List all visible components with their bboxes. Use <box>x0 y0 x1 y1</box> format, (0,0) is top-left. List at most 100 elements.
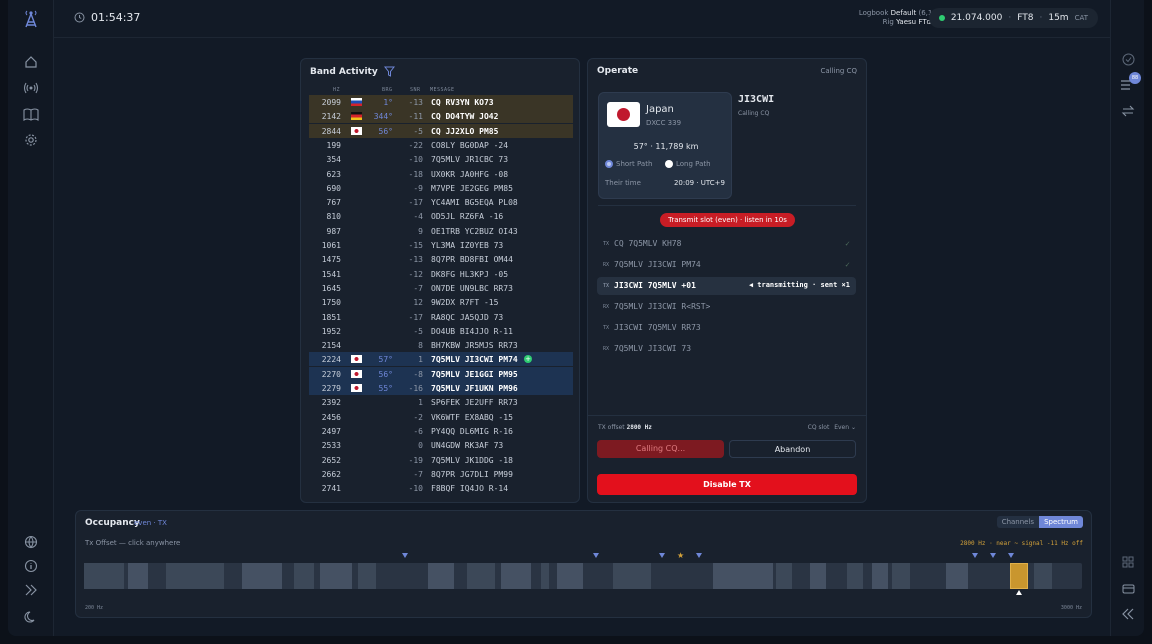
spectrum-bar <box>294 563 314 589</box>
signal-marker-icon <box>593 553 599 558</box>
moon-icon[interactable] <box>22 608 40 626</box>
sequence-step[interactable]: RX 7Q5MLV JI3CWI R<RST> <box>597 298 856 316</box>
tab-spectrum[interactable]: Spectrum <box>1039 516 1083 528</box>
filter-icon[interactable] <box>383 66 395 77</box>
col-brg: BRG <box>382 87 393 93</box>
flag-jp-icon <box>351 384 362 392</box>
tab-channels[interactable]: Channels <box>996 516 1040 528</box>
disable-tx-button[interactable]: Disable TX <box>597 474 857 495</box>
grid-icon[interactable] <box>1119 553 1137 571</box>
band-row[interactable]: 2142 344° -11 CQ DO4TYW JO42 <box>309 109 573 124</box>
band-row[interactable]: 2224 57° 1 7Q5MLV JI3CWI PM74 + <box>309 352 573 367</box>
row-message: 8Q7PR BD8FBI OM44 <box>431 255 513 265</box>
abandon-button[interactable]: Abandon <box>729 440 856 458</box>
their-time: 20:09 · UTC+9 <box>673 179 725 187</box>
row-bearing: 56° <box>378 126 393 136</box>
globe-icon[interactable] <box>22 533 40 551</box>
home-icon[interactable] <box>22 53 40 71</box>
calling-cq-button[interactable]: Calling CQ... <box>597 440 724 458</box>
sequence-step[interactable]: TX JI3CWI 7Q5MLV +01 ◀ transmitting · sent… <box>597 277 856 295</box>
row-snr: -17 <box>408 198 423 208</box>
radio-waves-icon[interactable] <box>22 79 40 97</box>
spectrum-bar <box>892 563 910 589</box>
band-row[interactable]: 2533 0 UN4GDW RK3AF 73 <box>309 438 573 452</box>
row-message: CQ RV3YN KO73 <box>431 98 494 107</box>
band-row[interactable]: 2270 56° -8 7Q5MLV JE1GGI PM95 <box>309 366 573 381</box>
gear-icon[interactable] <box>22 131 40 149</box>
band-row[interactable]: 2099 1° -13 CQ RV3YN KO73 <box>309 95 573 109</box>
band-row[interactable]: 2741 -10 F8BQF IQ4JO R-14 <box>309 481 573 495</box>
row-snr: 9 <box>418 226 423 236</box>
band-row[interactable]: 2154 8 BH7KBW JR5MJS RR73 <box>309 338 573 352</box>
flag-jp-icon <box>351 126 362 135</box>
antenna-icon[interactable] <box>22 10 40 28</box>
band-row[interactable]: 1645 -7 ON7DE UN9LBC RR73 <box>309 281 573 295</box>
band-row[interactable]: 354 -10 7Q5MLV JR1CBC 73 <box>309 152 573 166</box>
row-snr: -17 <box>408 312 423 322</box>
row-bearing: 1° <box>383 98 393 107</box>
band-row[interactable]: 1541 -12 DK8FG HL3KPJ -05 <box>309 267 573 281</box>
spectrum-bar <box>946 563 968 589</box>
clock-icon <box>74 12 85 23</box>
row-hz: 2652 <box>321 455 341 465</box>
row-hz: 1541 <box>321 269 341 279</box>
list-icon[interactable]: 88 <box>1118 72 1141 94</box>
target-status: Calling CQ <box>738 110 770 117</box>
band-row[interactable]: 1851 -17 RA8QC JA5QJD 73 <box>309 310 573 324</box>
spectrum-bar <box>84 563 124 589</box>
band-row[interactable]: 1061 -15 YL3MA IZ0YEB 73 <box>309 238 573 252</box>
band-row[interactable]: 690 -9 M7VPE JE2GEG PM85 <box>309 181 573 195</box>
row-hz: 1645 <box>321 283 341 293</box>
band-row[interactable]: 623 -18 UX0KR JA0HFG -08 <box>309 167 573 181</box>
band-row[interactable]: 767 -17 YC4AMI BG5EQA PL08 <box>309 195 573 209</box>
band-row[interactable]: 1750 12 9W2DX R7FT -15 <box>309 295 573 309</box>
short-path-radio[interactable]: Short Path <box>605 160 652 168</box>
band-row[interactable]: 2652 -19 7Q5MLV JK1DDG -18 <box>309 453 573 467</box>
row-hz: 2741 <box>321 484 341 494</box>
band-row[interactable]: 2279 55° -16 7Q5MLV JF1UKN PM96 <box>309 381 573 395</box>
row-snr: -22 <box>408 140 423 150</box>
band-row[interactable]: 2497 -6 PY4QQ DL6MIG R-16 <box>309 424 573 438</box>
spectrum-bar <box>847 563 863 589</box>
band-row[interactable]: 199 -22 CO8LY BG0DAP -24 <box>309 138 573 152</box>
top-bar: 01:54:37 Logbook Default (6,109) Rig Yae… <box>54 0 1110 38</box>
archive-icon[interactable] <box>1119 579 1137 597</box>
tx-offset-label: TX offset 2800 Hz <box>598 424 652 431</box>
sequence-step[interactable]: TX JI3CWI 7Q5MLV RR73 <box>597 319 856 337</box>
row-hz: 1851 <box>321 312 341 322</box>
chevrons-right-icon[interactable] <box>22 581 40 599</box>
row-hz: 2392 <box>321 398 341 408</box>
band-row[interactable]: 1475 -13 8Q7PR BD8FBI OM44 <box>309 252 573 266</box>
sequence-step[interactable]: TX CQ 7Q5MLV KH78 ✓ <box>597 235 856 253</box>
row-bearing: 55° <box>378 384 393 393</box>
cq-slot-select[interactable]: CQ slot Even ⌄ <box>808 424 856 431</box>
spectrum-track[interactable] <box>84 563 1082 589</box>
swap-icon[interactable] <box>1119 102 1137 120</box>
band-row[interactable]: 1952 -5 DO4UB BI4JJO R-11 <box>309 324 573 338</box>
band-row[interactable]: 810 -4 OD5JL RZ6FA -16 <box>309 209 573 223</box>
row-hz: 2456 <box>321 412 341 422</box>
flag-jp-icon <box>351 355 362 364</box>
book-icon[interactable] <box>22 105 40 123</box>
check-circle-icon[interactable] <box>1119 50 1137 68</box>
spectrum-bar <box>428 563 454 589</box>
add-contact-icon[interactable]: + <box>524 355 532 364</box>
band-row[interactable]: 2844 56° -5 CQ JJ2XLO PM85 <box>309 123 573 138</box>
sequence-step[interactable]: RX 7Q5MLV JI3CWI PM74 ✓ <box>597 256 856 274</box>
band-row[interactable]: 2392 1 SP6FEK JE2UFF RR73 <box>309 395 573 409</box>
info-icon[interactable] <box>22 557 40 575</box>
sequence-step[interactable]: RX 7Q5MLV JI3CWI 73 <box>597 340 856 358</box>
row-message: RA8QC JA5QJD 73 <box>431 312 504 322</box>
band-row[interactable]: 2456 -2 VK6WTF EX8ABQ -15 <box>309 410 573 424</box>
frequency-pill[interactable]: 21.074.000 · FT8 · 15m CAT <box>928 8 1098 28</box>
band-row[interactable]: 987 9 OE1TRB YC2BUZ OI43 <box>309 224 573 238</box>
row-snr: -9 <box>413 183 423 193</box>
tx-cursor[interactable] <box>1010 563 1028 589</box>
band-row[interactable]: 2662 -7 8Q7PR JG7DLI PM99 <box>309 467 573 481</box>
step-kind: TX <box>603 325 610 331</box>
step-status: ◀ transmitting · sent ×1 <box>748 281 850 289</box>
long-path-radio[interactable]: Long Path <box>665 160 711 168</box>
spectrum-bar <box>320 563 352 589</box>
row-message: 7Q5MLV JE1GGI PM95 <box>431 369 518 379</box>
chevrons-left-icon[interactable] <box>1119 605 1137 623</box>
